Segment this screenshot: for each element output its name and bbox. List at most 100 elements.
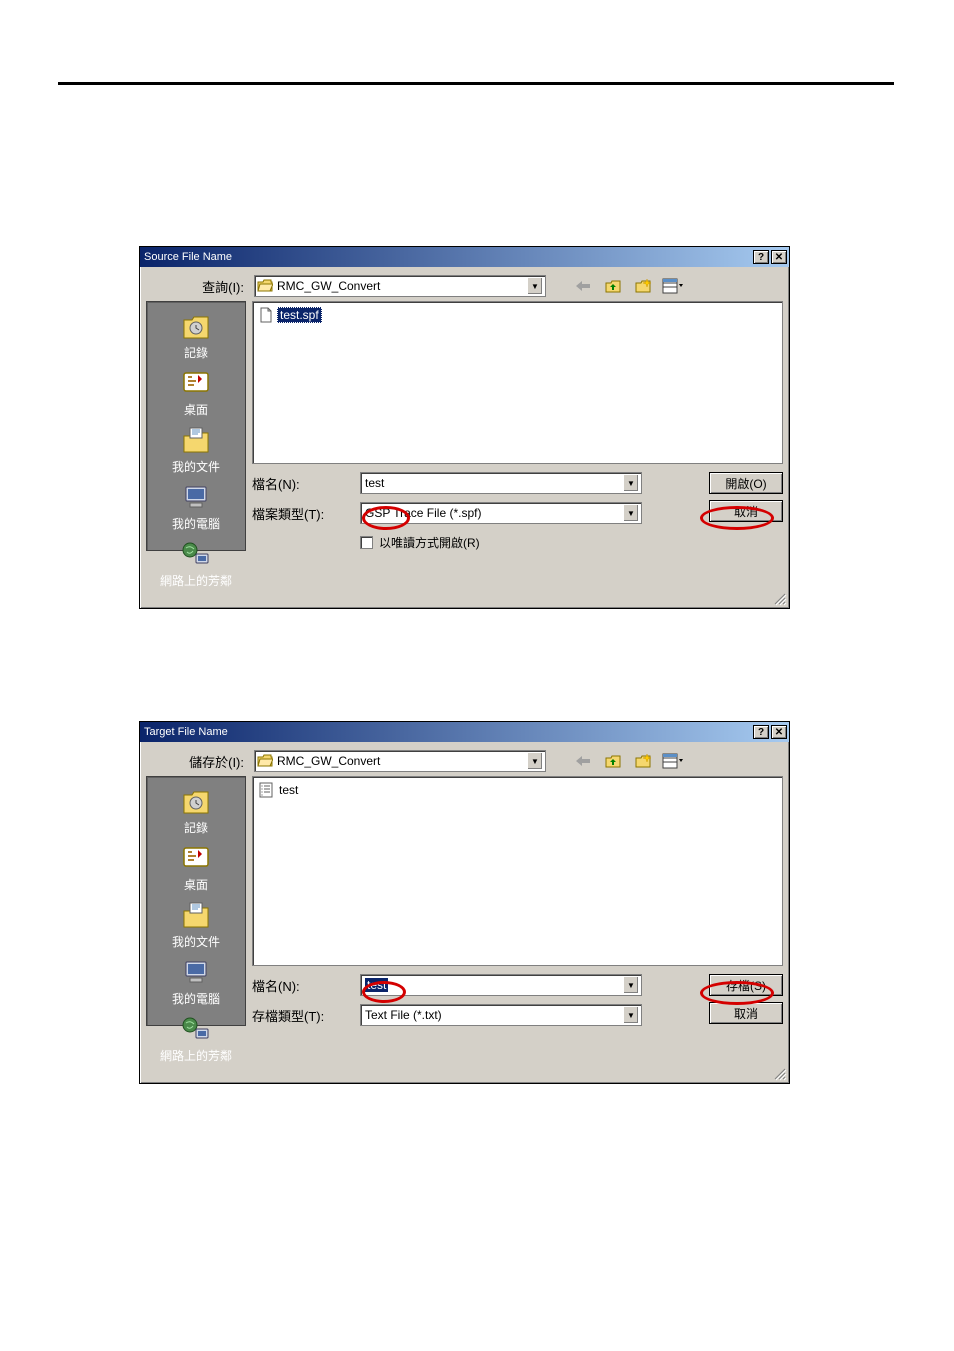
sidebar-mycomputer-label: 我的電腦 (172, 515, 220, 532)
mydocs-icon (180, 899, 212, 931)
sidebar-mydocs[interactable]: 我的文件 (172, 422, 220, 477)
readonly-row: 以唯讀方式開啟(R) (360, 534, 661, 551)
filetype-value: GSP Trace File (*.spf) (363, 506, 623, 520)
back-icon[interactable] (572, 750, 594, 772)
file-list[interactable]: test.spf (252, 301, 783, 464)
filetype-row: 檔案類型(T): GSP Trace File (*.spf) ▼ (252, 502, 661, 524)
dialog-title: Target File Name (144, 726, 753, 738)
filename-row: 檔名(N): test ▼ (252, 472, 661, 494)
filetype-value: Text File (*.txt) (363, 1008, 623, 1022)
filename-combo[interactable]: test ▼ (360, 974, 642, 996)
titlebar: Target File Name ? ✕ (140, 722, 789, 742)
sidebar-history[interactable]: 記錄 (180, 308, 212, 363)
file-item-label: test.spf (277, 307, 322, 323)
dropdown-arrow-icon[interactable]: ▼ (623, 976, 639, 994)
lookin-label: 查詢(I): (146, 277, 250, 296)
sidebar-mycomputer[interactable]: 我的電腦 (172, 954, 220, 1009)
sidebar-network[interactable]: 網路上的芳鄰 (160, 1011, 232, 1066)
sidebar-mycomputer[interactable]: 我的電腦 (172, 479, 220, 534)
filetype-label: 存檔類型(T): (252, 1006, 360, 1025)
file-item-label: test (277, 783, 300, 797)
file-icon (259, 307, 273, 323)
dropdown-arrow-icon[interactable]: ▼ (623, 474, 639, 492)
file-item[interactable]: test (257, 781, 302, 799)
savein-dropdown[interactable]: RMC_GW_Convert ▼ (254, 750, 546, 772)
desktop-icon (180, 367, 212, 399)
sidebar-desktop[interactable]: 桌面 (180, 840, 212, 895)
network-icon (180, 1013, 212, 1045)
sidebar-history[interactable]: 記錄 (180, 783, 212, 838)
help-button[interactable]: ? (753, 250, 769, 264)
cancel-button[interactable]: 取消 (709, 500, 783, 522)
toolbar (572, 275, 684, 297)
help-button[interactable]: ? (753, 725, 769, 739)
action-buttons: 存檔(S) 取消 (709, 974, 783, 1026)
mydocs-icon (180, 424, 212, 456)
open-file-dialog: Source File Name ? ✕ 查詢(I): RMC_GW_Conve… (139, 246, 790, 609)
titlebar: Source File Name ? ✕ (140, 247, 789, 267)
dropdown-arrow-icon[interactable]: ▼ (623, 504, 639, 522)
up-folder-icon[interactable] (602, 750, 624, 772)
filename-combo[interactable]: test ▼ (360, 472, 642, 494)
filetype-combo[interactable]: Text File (*.txt) ▼ (360, 1004, 642, 1026)
cancel-button[interactable]: 取消 (709, 1002, 783, 1024)
back-icon[interactable] (572, 275, 594, 297)
file-item[interactable]: test.spf (257, 306, 324, 324)
up-folder-icon[interactable] (602, 275, 624, 297)
sidebar-history-label: 記錄 (184, 819, 208, 836)
textfile-icon (259, 782, 273, 798)
filename-row: 檔名(N): test ▼ (252, 974, 661, 996)
filetype-combo[interactable]: GSP Trace File (*.spf) ▼ (360, 502, 642, 524)
dialog-body: 記錄 桌面 我的文件 我的電腦 (140, 776, 789, 1026)
close-button[interactable]: ✕ (771, 725, 787, 739)
save-file-dialog: Target File Name ? ✕ 儲存於(I): RMC_GW_Conv… (139, 721, 790, 1084)
resize-grip-icon[interactable] (773, 592, 787, 606)
lookin-row: 查詢(I): RMC_GW_Convert ▼ (140, 267, 789, 301)
action-buttons: 開啟(O) 取消 (709, 472, 783, 551)
desktop-icon (180, 842, 212, 874)
open-folder-icon (257, 279, 273, 293)
lookin-dropdown[interactable]: RMC_GW_Convert ▼ (254, 275, 546, 297)
filename-value: test (363, 476, 623, 490)
history-icon (180, 785, 212, 817)
mycomputer-icon (180, 956, 212, 988)
toolbar (572, 750, 684, 772)
titlebar-buttons: ? ✕ (753, 250, 787, 264)
sidebar-mycomputer-label: 我的電腦 (172, 990, 220, 1007)
sidebar-network[interactable]: 網路上的芳鄰 (160, 536, 232, 591)
places-sidebar: 記錄 桌面 我的文件 我的電腦 (146, 301, 246, 551)
close-button[interactable]: ✕ (771, 250, 787, 264)
resize-grip-icon[interactable] (773, 1067, 787, 1081)
filetype-row: 存檔類型(T): Text File (*.txt) ▼ (252, 1004, 661, 1026)
places-sidebar: 記錄 桌面 我的文件 我的電腦 (146, 776, 246, 1026)
open-button[interactable]: 開啟(O) (709, 472, 783, 494)
dialog-title: Source File Name (144, 251, 753, 263)
savein-row: 儲存於(I): RMC_GW_Convert ▼ (140, 742, 789, 776)
lookin-value: RMC_GW_Convert (277, 279, 527, 293)
sidebar-network-label: 網路上的芳鄰 (160, 1047, 232, 1064)
readonly-label: 以唯讀方式開啟(R) (379, 534, 480, 551)
new-folder-icon[interactable] (632, 275, 654, 297)
dropdown-arrow-icon[interactable]: ▼ (527, 752, 543, 770)
file-list[interactable]: test (252, 776, 783, 966)
history-icon (180, 310, 212, 342)
sidebar-mydocs-label: 我的文件 (172, 933, 220, 950)
readonly-checkbox[interactable] (360, 536, 373, 549)
sidebar-desktop[interactable]: 桌面 (180, 365, 212, 420)
filename-value: test (363, 978, 623, 992)
savein-value: RMC_GW_Convert (277, 754, 527, 768)
views-icon[interactable] (662, 275, 684, 297)
filetype-label: 檔案類型(T): (252, 504, 360, 523)
dropdown-arrow-icon[interactable]: ▼ (527, 277, 543, 295)
filename-label: 檔名(N): (252, 474, 360, 493)
mycomputer-icon (180, 481, 212, 513)
save-button[interactable]: 存檔(S) (709, 974, 783, 996)
sidebar-mydocs[interactable]: 我的文件 (172, 897, 220, 952)
savein-label: 儲存於(I): (146, 752, 250, 771)
titlebar-buttons: ? ✕ (753, 725, 787, 739)
new-folder-icon[interactable] (632, 750, 654, 772)
open-folder-icon (257, 754, 273, 768)
sidebar-desktop-label: 桌面 (184, 401, 208, 418)
views-icon[interactable] (662, 750, 684, 772)
dropdown-arrow-icon[interactable]: ▼ (623, 1006, 639, 1024)
